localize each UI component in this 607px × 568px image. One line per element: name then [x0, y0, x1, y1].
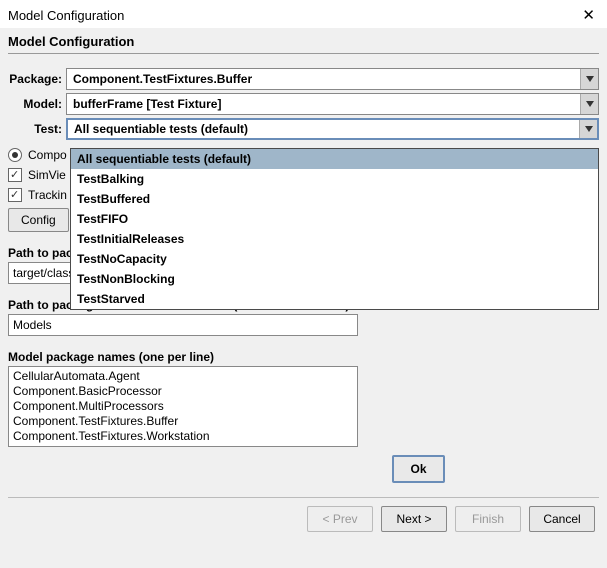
window-title: Model Configuration — [8, 8, 124, 23]
package-value: Component.TestFixtures.Buffer — [67, 69, 580, 89]
test-dropdown[interactable]: All sequentiable tests (default)TestBalk… — [70, 148, 599, 310]
separator — [8, 497, 599, 498]
test-value: All sequentiable tests (default) — [68, 119, 579, 139]
test-option[interactable]: TestNonBlocking — [71, 269, 598, 289]
pkg-name-line: Component.TestFixtures.Workstation — [13, 429, 353, 444]
model-label: Model: — [8, 97, 66, 111]
check-tracking-label: Trackin — [28, 188, 67, 202]
radio-compo-label: Compo — [28, 148, 67, 162]
test-option[interactable]: TestStarved — [71, 289, 598, 309]
checkbox-icon[interactable] — [8, 188, 22, 202]
radio-icon[interactable] — [8, 148, 22, 162]
close-icon[interactable]: ✕ — [578, 6, 599, 24]
package-label: Package: — [8, 72, 66, 86]
cancel-button[interactable]: Cancel — [529, 506, 595, 532]
chevron-down-icon[interactable] — [580, 69, 598, 89]
dropdown-anchor: Compo SimVie Trackin Config All sequenti… — [8, 148, 599, 232]
pkg-name-line: Component.BasicProcessor — [13, 384, 353, 399]
pkg-name-line: Component.TestFixtures.Buffer — [13, 414, 353, 429]
path-sources-input[interactable] — [8, 314, 358, 336]
test-option[interactable]: TestBuffered — [71, 189, 598, 209]
package-combo[interactable]: Component.TestFixtures.Buffer — [66, 68, 599, 90]
finish-button: Finish — [455, 506, 521, 532]
pkg-names-section: Model package names (one per line) Cellu… — [8, 350, 599, 447]
check-simview-label: SimVie — [28, 168, 66, 182]
test-option[interactable]: TestNoCapacity — [71, 249, 598, 269]
section-title: Model Configuration — [8, 32, 599, 54]
chevron-down-icon[interactable] — [580, 94, 598, 114]
row-package: Package: Component.TestFixtures.Buffer — [8, 68, 599, 90]
test-option[interactable]: All sequentiable tests (default) — [71, 149, 598, 169]
prev-button: < Prev — [307, 506, 373, 532]
config-button[interactable]: Config — [8, 208, 69, 232]
pkg-name-line: CellularAutomata.Agent — [13, 369, 353, 384]
titlebar: Model Configuration ✕ — [0, 0, 607, 28]
test-option[interactable]: TestBalking — [71, 169, 598, 189]
next-button[interactable]: Next > — [381, 506, 447, 532]
test-option[interactable]: TestFIFO — [71, 209, 598, 229]
row-model: Model: bufferFrame [Test Fixture] — [8, 93, 599, 115]
pkg-names-label: Model package names (one per line) — [8, 350, 599, 364]
model-value: bufferFrame [Test Fixture] — [67, 94, 580, 114]
model-combo[interactable]: bufferFrame [Test Fixture] — [66, 93, 599, 115]
pkg-name-line: Component.MultiProcessors — [13, 399, 353, 414]
wizard-buttons: < Prev Next > Finish Cancel — [8, 506, 599, 540]
row-test: Test: All sequentiable tests (default) — [8, 118, 599, 140]
pkg-names-input[interactable]: CellularAutomata.AgentComponent.BasicPro… — [8, 366, 358, 447]
dialog-content: Model Configuration Package: Component.T… — [0, 28, 607, 548]
ok-button[interactable]: Ok — [392, 455, 444, 483]
ok-row: Ok — [238, 455, 599, 483]
chevron-down-icon[interactable] — [579, 120, 597, 138]
test-label: Test: — [8, 122, 66, 136]
test-combo[interactable]: All sequentiable tests (default) — [66, 118, 599, 140]
test-option[interactable]: TestInitialReleases — [71, 229, 598, 249]
checkbox-icon[interactable] — [8, 168, 22, 182]
